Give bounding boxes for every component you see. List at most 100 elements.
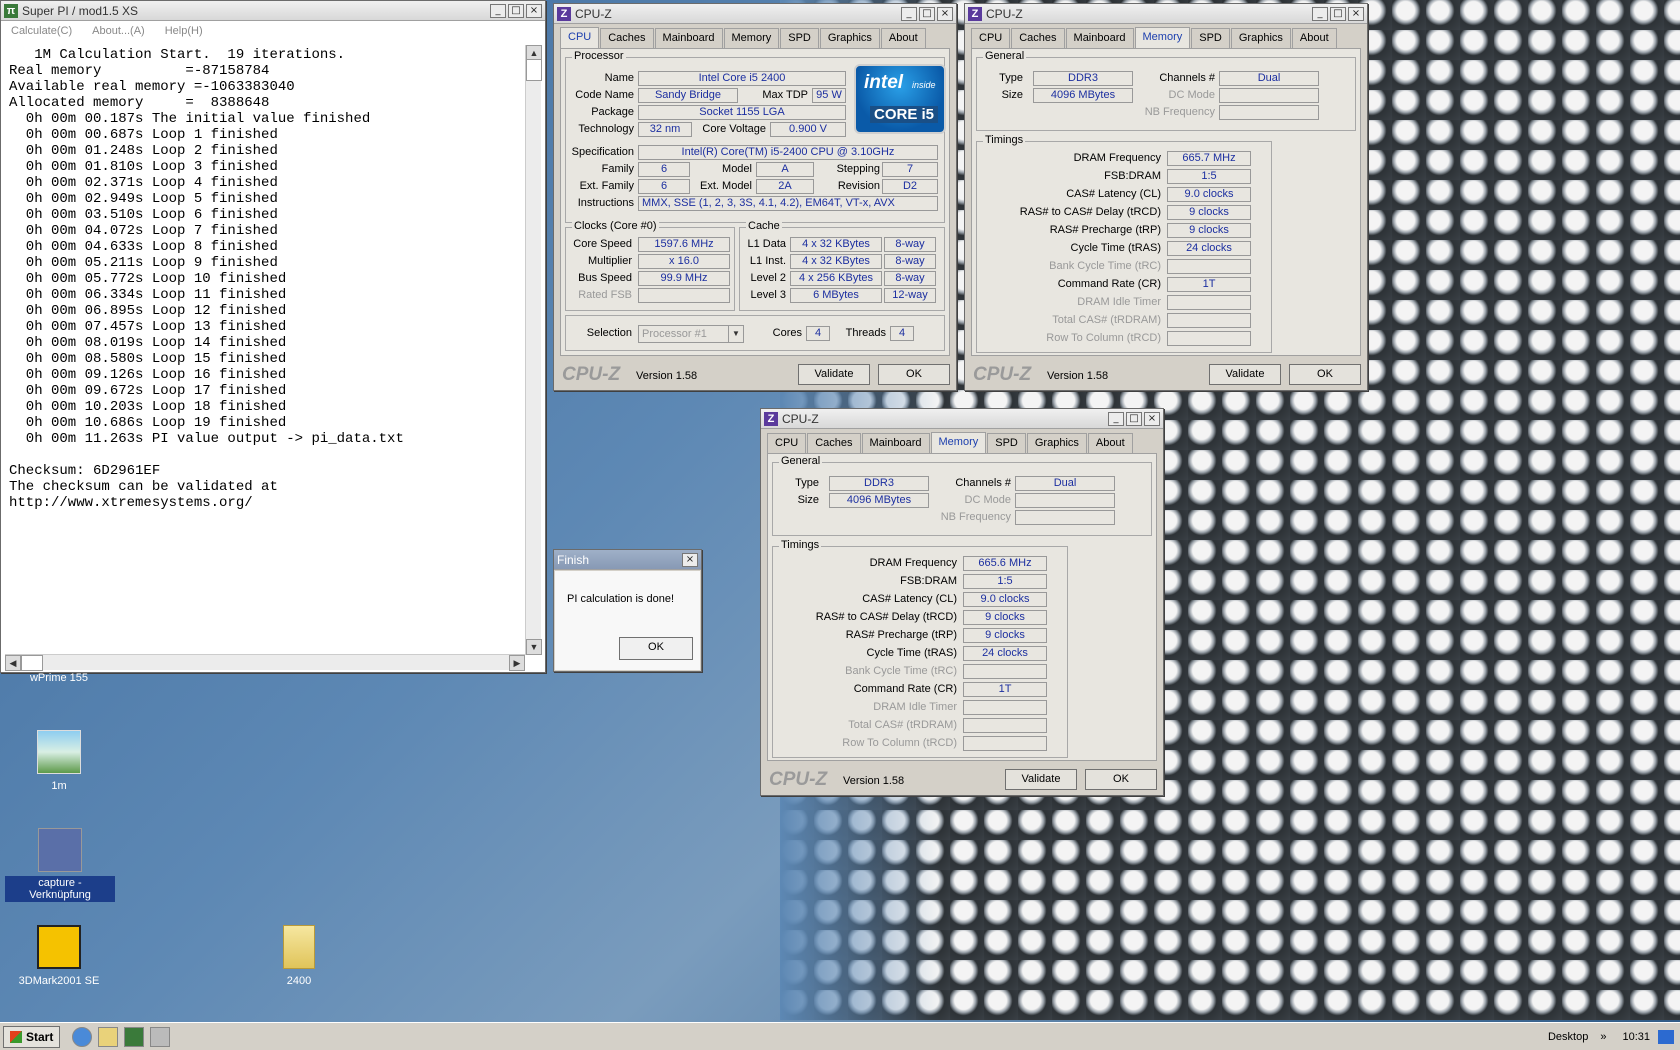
minimize-icon[interactable]: _ xyxy=(1108,411,1124,426)
minimize-icon[interactable]: _ xyxy=(901,6,917,21)
validate-button[interactable]: Validate xyxy=(1005,769,1077,790)
tab-mainboard[interactable]: Mainboard xyxy=(861,433,930,455)
field-label: Bank Cycle Time (tRC) xyxy=(1049,260,1161,272)
tab-caches[interactable]: Caches xyxy=(600,28,654,50)
field-label: DRAM Frequency xyxy=(869,557,957,569)
horizontal-scrollbar[interactable]: ◀ ▶ xyxy=(5,654,525,671)
cpuz-titlebar[interactable]: Z CPU-Z _ □ × xyxy=(761,409,1163,429)
cpuz-titlebar[interactable]: Z CPU-Z _ □ × xyxy=(554,4,956,24)
tab-spd[interactable]: SPD xyxy=(987,433,1026,455)
menu-about[interactable]: About...(A) xyxy=(92,25,145,37)
extmodel-value: 2A xyxy=(756,179,814,194)
trcd-value: 9 clocks xyxy=(1167,205,1251,220)
desktop-icon-1m[interactable]: 1m xyxy=(9,730,109,792)
cpuz-footer: CPU-Z Version 1.58 Validate OK xyxy=(965,360,1367,390)
superpi-taskbar-icon[interactable] xyxy=(124,1026,145,1047)
tab-about[interactable]: About xyxy=(1291,28,1337,50)
corespeed-value: 1597.6 MHz xyxy=(638,237,730,252)
chevron-down-icon[interactable]: ▼ xyxy=(728,326,743,342)
nbfreq-value xyxy=(1015,510,1115,525)
ie-icon[interactable] xyxy=(72,1026,93,1047)
scroll-down-icon[interactable]: ▼ xyxy=(526,639,542,655)
tab-graphics[interactable]: Graphics xyxy=(819,28,880,50)
tab-cpu[interactable]: CPU xyxy=(560,27,600,49)
tab-caches[interactable]: Caches xyxy=(807,433,861,455)
menu-help[interactable]: Help(H) xyxy=(165,25,203,37)
field-label: Size xyxy=(1001,89,1023,101)
show-desktop-icon[interactable] xyxy=(1658,1030,1674,1044)
field-label: Threads xyxy=(845,327,886,339)
cpuz-titlebar[interactable]: Z CPU-Z _ □ × xyxy=(965,4,1367,24)
validate-button[interactable]: Validate xyxy=(1209,364,1281,385)
field-label: Core Speed xyxy=(573,238,632,250)
log-line: 0h 00m 00.187s The initial value finishe… xyxy=(9,111,371,127)
cpuz-memory-window-2: Z CPU-Z _ □ × CPU Caches Mainboard Memor… xyxy=(760,408,1164,796)
scroll-thumb[interactable] xyxy=(526,59,542,81)
close-icon[interactable]: × xyxy=(682,552,698,567)
desktop-toolbar-label[interactable]: Desktop xyxy=(1548,1031,1588,1043)
cpuz-title: CPU-Z xyxy=(575,6,612,21)
tab-memory[interactable]: Memory xyxy=(930,432,987,454)
tab-memory[interactable]: Memory xyxy=(1134,27,1191,49)
superpi-titlebar[interactable]: π Super PI / mod1.5 XS _ □ × xyxy=(1,1,545,21)
tab-spd[interactable]: SPD xyxy=(780,28,819,50)
vertical-scrollbar[interactable]: ▲ ▼ xyxy=(525,45,542,655)
tab-mainboard[interactable]: Mainboard xyxy=(654,28,723,50)
tab-about[interactable]: About xyxy=(1087,433,1133,455)
log-line: 0h 00m 08.019s Loop 14 finished xyxy=(9,335,287,351)
finish-titlebar[interactable]: Finish × xyxy=(554,550,701,570)
memory-panel: General Type DDR3 Size 4096 MBytes Chann… xyxy=(767,453,1157,761)
intel-core-i5-logo: intel inside CORE i5 xyxy=(854,64,946,134)
desktop-icon-3dmark[interactable]: 3DMark2001 SE xyxy=(9,925,109,987)
tab-about[interactable]: About xyxy=(880,28,926,50)
field-label: Instructions xyxy=(577,197,634,209)
maximize-icon[interactable]: □ xyxy=(919,6,935,21)
cpu-name-value: Intel Core i5 2400 xyxy=(638,71,846,86)
clock[interactable]: 10:31 xyxy=(1622,1031,1650,1043)
maximize-icon[interactable]: □ xyxy=(1126,411,1142,426)
processor-select[interactable]: Processor #1 ▼ xyxy=(638,325,744,343)
field-label: Level 3 xyxy=(750,289,786,301)
close-icon[interactable]: × xyxy=(1348,6,1364,21)
minimize-icon[interactable]: _ xyxy=(490,3,506,18)
minimize-icon[interactable]: _ xyxy=(1312,6,1328,21)
close-icon[interactable]: × xyxy=(526,3,542,18)
cpuz-taskbar-icon[interactable] xyxy=(150,1026,171,1047)
close-icon[interactable]: × xyxy=(1144,411,1160,426)
tab-mainboard[interactable]: Mainboard xyxy=(1065,28,1134,50)
desktop-icon-folder-2400[interactable]: 2400 xyxy=(249,925,349,987)
validate-button[interactable]: Validate xyxy=(798,364,870,385)
field-label: Ext. Family xyxy=(579,180,634,192)
chevron-icon[interactable]: » xyxy=(1600,1031,1606,1043)
menu-calculate[interactable]: Calculate(C) xyxy=(11,25,72,37)
scroll-right-icon[interactable]: ▶ xyxy=(509,655,525,671)
log-line: 0h 00m 02.371s Loop 4 finished xyxy=(9,175,278,191)
instructions-value: MMX, SSE (1, 2, 3, 3S, 4.1, 4.2), EM64T,… xyxy=(638,196,938,211)
trdram-value xyxy=(963,718,1047,733)
log-line: 0h 00m 05.211s Loop 9 finished xyxy=(9,255,278,271)
close-icon[interactable]: × xyxy=(937,6,953,21)
shortcut-icon xyxy=(38,828,82,872)
hscroll-thumb[interactable] xyxy=(21,655,43,671)
maximize-icon[interactable]: □ xyxy=(1330,6,1346,21)
tab-memory[interactable]: Memory xyxy=(723,28,780,50)
desktop-icon-capture[interactable]: capture - Verknüpfung xyxy=(5,828,115,902)
tab-spd[interactable]: SPD xyxy=(1191,28,1230,50)
field-label: Bank Cycle Time (tRC) xyxy=(845,665,957,677)
tab-graphics[interactable]: Graphics xyxy=(1230,28,1291,50)
field-label: Command Rate (CR) xyxy=(1057,278,1161,290)
tab-cpu[interactable]: CPU xyxy=(767,433,807,455)
explorer-icon[interactable] xyxy=(98,1026,119,1047)
ok-button[interactable]: OK xyxy=(1289,364,1361,385)
scroll-left-icon[interactable]: ◀ xyxy=(5,655,21,671)
desktop-icon-wprime[interactable]: wPrime 155 xyxy=(9,672,109,686)
tab-caches[interactable]: Caches xyxy=(1011,28,1065,50)
ok-button[interactable]: OK xyxy=(619,637,693,660)
maximize-icon[interactable]: □ xyxy=(508,3,524,18)
ok-button[interactable]: OK xyxy=(878,364,950,385)
tab-cpu[interactable]: CPU xyxy=(971,28,1011,50)
start-button[interactable]: Start xyxy=(3,1025,61,1048)
tab-graphics[interactable]: Graphics xyxy=(1026,433,1087,455)
group-label: Timings xyxy=(983,134,1026,146)
ok-button[interactable]: OK xyxy=(1085,769,1157,790)
